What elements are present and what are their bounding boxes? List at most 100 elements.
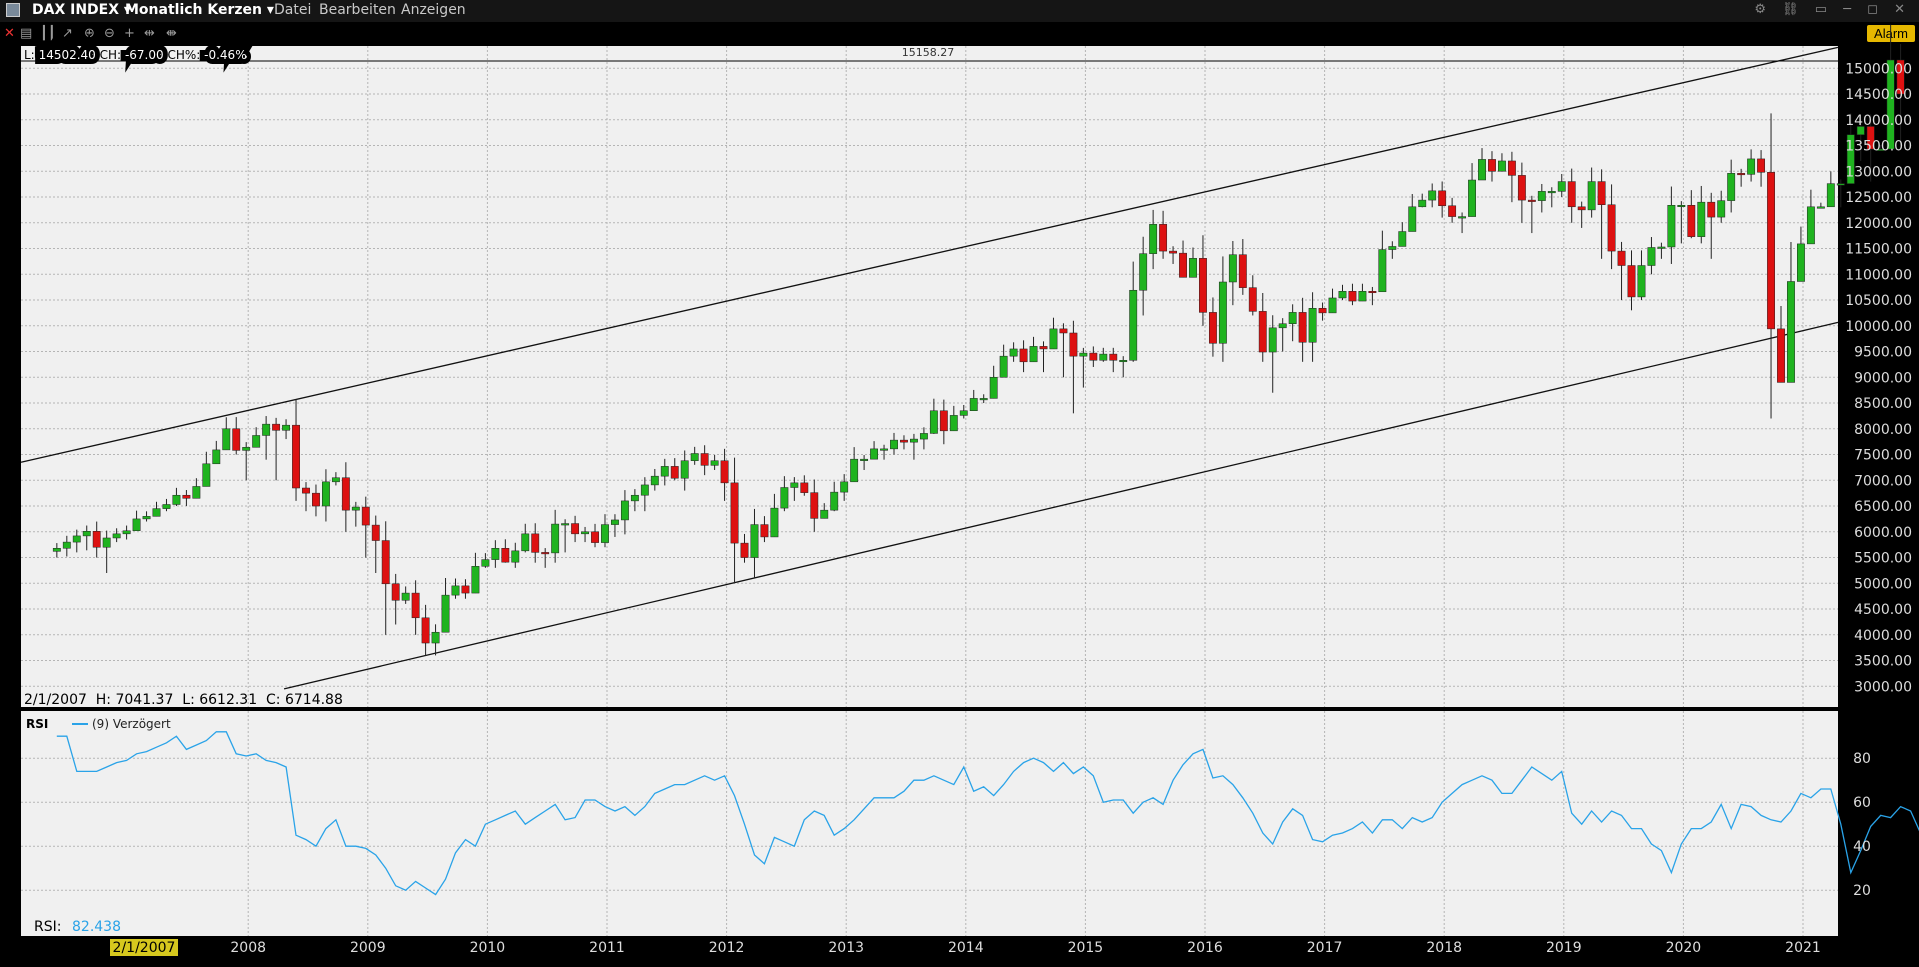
candle-up bbox=[551, 523, 560, 554]
x-tick-label: 2008 bbox=[230, 940, 266, 956]
candle-up bbox=[910, 438, 918, 443]
candle-down bbox=[1019, 348, 1028, 363]
candle-up bbox=[1468, 179, 1476, 217]
candle-up bbox=[451, 585, 460, 596]
candle-down bbox=[1757, 158, 1766, 173]
candle-down bbox=[571, 523, 580, 535]
candle-up bbox=[1697, 201, 1706, 237]
time-axis: 2008 2009 2010 2011 2012 2013 2014 2015 2016 2017… bbox=[230, 940, 1820, 956]
candle-up bbox=[1537, 191, 1546, 201]
rsi-tick-label: 20 bbox=[1853, 883, 1871, 899]
candle-up bbox=[1787, 281, 1795, 383]
candle-down bbox=[800, 482, 809, 493]
candle-down bbox=[1617, 250, 1626, 266]
candle-up bbox=[820, 509, 829, 519]
candle-up bbox=[1428, 190, 1437, 201]
candle-up bbox=[1378, 249, 1387, 293]
candle-up bbox=[1797, 243, 1805, 282]
low-value: 14502.40 bbox=[39, 48, 96, 62]
candle-up bbox=[989, 377, 998, 399]
candle-down bbox=[1159, 224, 1168, 252]
candle-down bbox=[939, 410, 948, 432]
candle-down bbox=[1627, 265, 1636, 298]
candle-down bbox=[541, 552, 550, 555]
x-tick-label: 2016 bbox=[1187, 940, 1223, 956]
y-tick-label: 12500.00 bbox=[1845, 190, 1912, 206]
candle-down bbox=[810, 492, 819, 519]
candle-up bbox=[202, 463, 211, 487]
candle-up bbox=[282, 424, 290, 431]
candle-down bbox=[1069, 332, 1078, 357]
candle-up bbox=[690, 453, 699, 461]
candle-up bbox=[1099, 353, 1108, 361]
candle-down bbox=[700, 453, 709, 466]
candle-up bbox=[1218, 281, 1227, 344]
y-tick-label: 3500.00 bbox=[1854, 654, 1912, 670]
candle-up bbox=[242, 447, 251, 451]
candle-down bbox=[421, 617, 430, 644]
x-tick-label: 2021 bbox=[1785, 940, 1821, 956]
candle-down bbox=[1348, 291, 1357, 302]
candle-down bbox=[760, 524, 769, 538]
y-tick-label: 10000.00 bbox=[1845, 319, 1912, 335]
candle-up bbox=[561, 523, 570, 526]
candle-up bbox=[491, 548, 500, 560]
candle-up bbox=[172, 494, 181, 505]
candle-up bbox=[212, 449, 221, 465]
y-tick-label: 5500.00 bbox=[1854, 551, 1912, 567]
chart-canvas: 3000.00 3500.00 4000.00 4500.00 5000.00 5500.… bbox=[20, 24, 1919, 956]
candle-up bbox=[1478, 159, 1486, 181]
candle-down bbox=[1089, 352, 1098, 361]
candle-up bbox=[830, 491, 839, 511]
candle-up bbox=[660, 466, 669, 477]
candle-up bbox=[640, 484, 649, 496]
candle-up bbox=[82, 531, 91, 537]
candle-up bbox=[1388, 246, 1397, 250]
candle-up bbox=[929, 410, 938, 434]
candle-up bbox=[401, 592, 410, 601]
rsi-title: RSI bbox=[26, 717, 48, 731]
candle-up bbox=[919, 433, 928, 440]
y-tick-label: 14500.00 bbox=[1845, 87, 1912, 103]
candle-up bbox=[1129, 289, 1138, 361]
candle-down bbox=[371, 524, 380, 541]
candle-up bbox=[890, 439, 898, 450]
candle-up bbox=[999, 355, 1008, 378]
candle-down bbox=[501, 548, 510, 563]
candle-up bbox=[1826, 183, 1835, 208]
x-tick-label: 2009 bbox=[350, 940, 386, 956]
y-tick-label: 9000.00 bbox=[1854, 370, 1912, 386]
candle-up bbox=[611, 519, 619, 525]
candle-up bbox=[142, 516, 151, 520]
candle-up bbox=[1677, 205, 1686, 208]
candle-down bbox=[292, 424, 300, 489]
candle-up bbox=[969, 398, 978, 412]
y-tick-label: 12000.00 bbox=[1845, 216, 1912, 232]
y-tick-label: 11500.00 bbox=[1845, 242, 1912, 258]
candle-down bbox=[272, 423, 281, 431]
candle-up bbox=[471, 566, 480, 594]
candle-up bbox=[321, 481, 330, 507]
candle-down bbox=[740, 542, 749, 558]
candle-up bbox=[1398, 231, 1407, 247]
rsi-legend[interactable]: (9) Verzögert bbox=[92, 717, 171, 731]
candle-up bbox=[72, 535, 81, 543]
candle-down bbox=[720, 460, 729, 484]
candle-up bbox=[1836, 183, 1845, 186]
candle-up bbox=[152, 508, 161, 517]
candle-up bbox=[1268, 327, 1277, 353]
candle-up bbox=[1079, 352, 1088, 357]
candle-up bbox=[959, 410, 968, 416]
candle-up bbox=[1009, 348, 1018, 357]
last-close-text: L: 14502.40 CH: -67.00 CH%: -0.46% bbox=[24, 48, 247, 62]
y-tick-label: 13500.00 bbox=[1845, 139, 1912, 155]
candle-up bbox=[262, 423, 271, 436]
candle-up bbox=[1547, 191, 1556, 194]
x-tick-label: 2011 bbox=[589, 940, 625, 956]
candle-down bbox=[1707, 201, 1716, 218]
candle-up bbox=[122, 530, 131, 535]
candle-up bbox=[850, 458, 859, 483]
rsi-tick-label: 60 bbox=[1853, 795, 1871, 811]
candle-up bbox=[880, 448, 888, 451]
x-tick-label: 2012 bbox=[709, 940, 745, 956]
